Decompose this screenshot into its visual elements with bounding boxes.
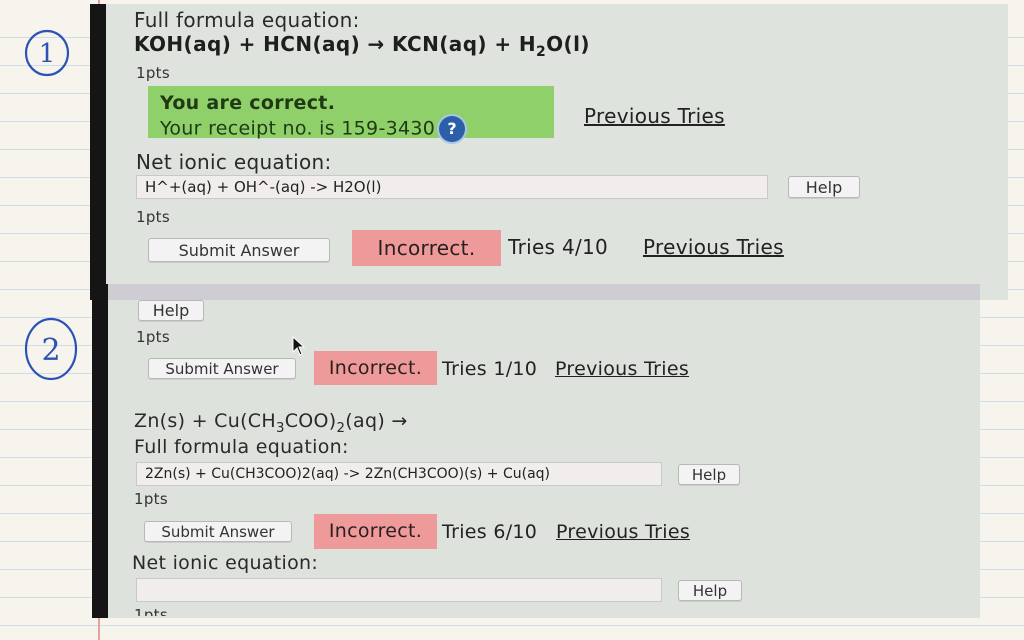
previous-tries-link[interactable]: Previous Tries [555,358,689,380]
net-ionic-answer-input[interactable] [136,175,768,199]
incorrect-badge: Incorrect. [314,351,437,385]
points-label: 1pts [136,208,170,226]
help-button[interactable]: Help [138,300,204,321]
help-button[interactable]: Help [788,176,860,198]
full-formula-label: Full formula equation: [134,8,360,32]
tries-count: Tries 1/10 [442,358,538,380]
correct-feedback-box: You are correct. Your receipt no. is 159… [148,86,554,142]
handwritten-mark-2: 2 [22,314,82,386]
full-formula-answer-input[interactable] [136,462,662,486]
help-button[interactable]: Help [678,580,742,601]
net-ionic-answer-input[interactable] [136,578,662,602]
net-ionic-label: Net ionic equation: [136,150,332,174]
submit-answer-button[interactable]: Submit Answer [144,521,292,542]
svg-text:1: 1 [39,39,56,69]
net-ionic-label: Net ionic equation: [132,552,319,574]
correct-title: You are correct. [160,92,336,114]
screenshot-panel-1: Full formula equation: KOH(aq) + HCN(aq)… [90,4,1008,300]
incorrect-badge: Incorrect. [314,514,437,549]
points-label: 1pts [136,328,170,346]
previous-tries-link[interactable]: Previous Tries [556,521,690,543]
mouse-cursor-icon [292,335,306,360]
tries-count: Tries 6/10 [442,521,538,543]
svg-text:2: 2 [41,333,60,368]
question-mark-icon[interactable]: ? [439,116,466,142]
previous-tries-link[interactable]: Previous Tries [584,104,725,128]
full-formula-label: Full formula equation: [134,436,349,458]
incorrect-badge: Incorrect. [352,230,501,266]
previous-tries-link[interactable]: Previous Tries [643,235,784,259]
receipt-text: Your receipt no. is 159-3430? [160,116,542,142]
submit-answer-button[interactable]: Submit Answer [148,238,330,262]
screenshot-panel-2: Help 1pts Submit Answer Incorrect. Tries… [92,284,980,618]
submit-answer-button[interactable]: Submit Answer [148,358,296,379]
points-label: 1pts [134,606,168,616]
points-label: 1pts [134,490,168,508]
reaction-prompt: Zn(s) + Cu(CH3COO)2(aq) → [134,410,408,436]
points-label: 1pts [136,64,170,82]
help-button[interactable]: Help [678,464,740,485]
handwritten-mark-1: 1 [22,26,74,82]
full-formula-equation: KOH(aq) + HCN(aq) → KCN(aq) + H2O(l) [134,32,590,60]
tries-count: Tries 4/10 [508,235,609,259]
